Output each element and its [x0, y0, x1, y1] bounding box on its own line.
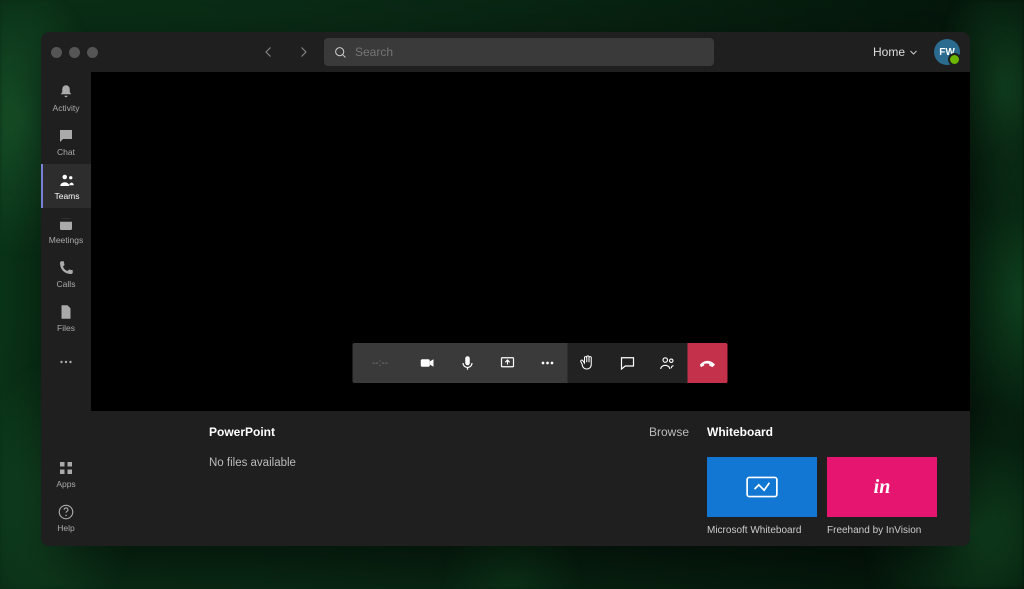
powerpoint-section: PowerPoint Browse No files available [209, 425, 689, 536]
help-icon [57, 503, 75, 521]
camera-button[interactable] [408, 343, 448, 383]
ellipsis-icon [57, 353, 75, 371]
rail-activity[interactable]: Activity [41, 76, 91, 120]
chat-icon [619, 354, 637, 372]
rail-help[interactable]: Help [41, 496, 91, 540]
org-label: Home [873, 45, 905, 59]
teams-icon [58, 171, 76, 189]
whiteboard-title: Whiteboard [707, 425, 937, 439]
rail-calls[interactable]: Calls [41, 252, 91, 296]
share-tray: PowerPoint Browse No files available Whi… [91, 411, 970, 546]
rail-label: Activity [53, 103, 80, 113]
whiteboard-tile-invision[interactable]: in Freehand by InVision [827, 457, 937, 536]
more-actions-button[interactable] [528, 343, 568, 383]
rail-meetings[interactable]: Meetings [41, 208, 91, 252]
hang-up-button[interactable] [688, 343, 728, 383]
rail-label: Calls [57, 279, 76, 289]
app-rail: Activity Chat Teams Meetings Calls Files [41, 72, 91, 546]
hand-icon [579, 354, 597, 372]
rail-label: Teams [54, 191, 79, 201]
close-icon[interactable] [51, 47, 62, 58]
mic-icon [459, 354, 477, 372]
chat-icon [57, 127, 75, 145]
minimize-icon[interactable] [69, 47, 80, 58]
calendar-icon [57, 215, 75, 233]
meeting-controls: --:-- [353, 343, 728, 383]
search-icon [334, 46, 347, 59]
whiteboard-thumb [707, 457, 817, 517]
whiteboard-caption: Microsoft Whiteboard [707, 525, 817, 536]
back-button[interactable] [256, 39, 282, 65]
rail-apps[interactable]: Apps [41, 452, 91, 496]
raise-hand-button[interactable] [568, 343, 608, 383]
rail-files[interactable]: Files [41, 296, 91, 340]
meeting-duration: --:-- [353, 343, 408, 383]
chevron-down-icon [909, 48, 918, 57]
whiteboard-icon [745, 474, 779, 500]
window-controls [51, 47, 98, 58]
avatar-initials: FW [939, 47, 955, 58]
whiteboard-caption: Freehand by InVision [827, 525, 937, 536]
apps-icon [57, 459, 75, 477]
show-chat-button[interactable] [608, 343, 648, 383]
video-stage: --:-- [91, 72, 970, 411]
whiteboard-section: Whiteboard Microsoft Whiteboard in [707, 425, 937, 536]
whiteboard-tile-microsoft[interactable]: Microsoft Whiteboard [707, 457, 817, 536]
mic-button[interactable] [448, 343, 488, 383]
bell-icon [57, 83, 75, 101]
hangup-icon [698, 353, 718, 373]
forward-button[interactable] [290, 39, 316, 65]
camera-icon [419, 354, 437, 372]
rail-chat[interactable]: Chat [41, 120, 91, 164]
org-switcher[interactable]: Home [873, 45, 918, 59]
rail-teams[interactable]: Teams [41, 164, 91, 208]
search-box[interactable] [324, 38, 714, 66]
ellipsis-icon [539, 354, 557, 372]
rail-more[interactable] [41, 340, 91, 384]
phone-icon [57, 259, 75, 277]
titlebar: Home FW [41, 32, 970, 72]
window-body: Activity Chat Teams Meetings Calls Files [41, 72, 970, 546]
no-files-text: No files available [209, 457, 689, 469]
rail-label: Files [57, 323, 75, 333]
rail-label: Meetings [49, 235, 84, 245]
search-input[interactable] [355, 45, 704, 59]
invision-icon: in [874, 476, 891, 499]
show-participants-button[interactable] [648, 343, 688, 383]
file-icon [57, 303, 75, 321]
main-area: --:-- [91, 72, 970, 546]
powerpoint-title: PowerPoint [209, 425, 275, 439]
rail-label: Chat [57, 147, 75, 157]
people-icon [659, 354, 677, 372]
share-icon [499, 354, 517, 372]
rail-label: Apps [56, 479, 75, 489]
share-button[interactable] [488, 343, 528, 383]
zoom-icon[interactable] [87, 47, 98, 58]
avatar[interactable]: FW [934, 39, 960, 65]
rail-label: Help [57, 523, 74, 533]
browse-link[interactable]: Browse [649, 425, 689, 439]
teams-window: Home FW Activity Chat Teams Meetings [41, 32, 970, 546]
invision-thumb: in [827, 457, 937, 517]
